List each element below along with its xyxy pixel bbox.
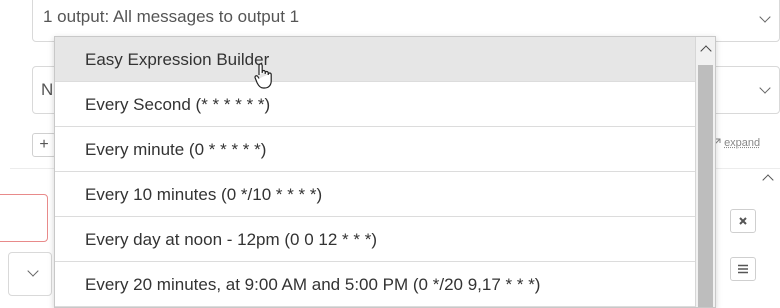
add-rule-button[interactable]: + [32,133,56,157]
scroll-up-arrow-icon[interactable] [700,45,712,57]
small-select[interactable] [8,252,52,296]
scroll-up-icon[interactable] [762,174,774,186]
chevron-down-icon [27,265,39,277]
dropdown-item[interactable]: Every Second (* * * * * *) [55,82,697,127]
expand-link[interactable]: expand [712,137,760,149]
invalid-input[interactable] [0,194,48,242]
dropdown-item[interactable]: Every 10 minutes (0 */10 * * * *) [55,172,697,217]
dropdown-item[interactable]: Every day at noon - 12pm (0 0 12 * * *) [55,217,697,262]
dropdown-item[interactable]: Every 20 minutes, at 9:00 AM and 5:00 PM… [55,262,697,307]
hand-cursor-icon [254,63,272,89]
hamburger-icon [738,264,748,274]
menu-button[interactable] [730,257,756,281]
chevron-down-icon [759,82,771,94]
close-icon [739,217,747,225]
remove-row-button[interactable] [730,209,756,233]
rule-type-select-value: N [41,80,54,99]
output-select-value: 1 output: All messages to output 1 [43,7,300,26]
dropdown-item[interactable]: Easy Expression Builder [55,37,697,82]
cron-preset-dropdown: Easy Expression Builder Every Second (* … [54,36,716,308]
dropdown-item[interactable]: Every minute (0 * * * * *) [55,127,697,172]
scrollbar-thumb[interactable] [698,65,713,307]
expand-label: expand [724,137,761,149]
dropdown-scrollbar[interactable] [695,37,715,307]
chevron-down-icon [759,11,771,23]
